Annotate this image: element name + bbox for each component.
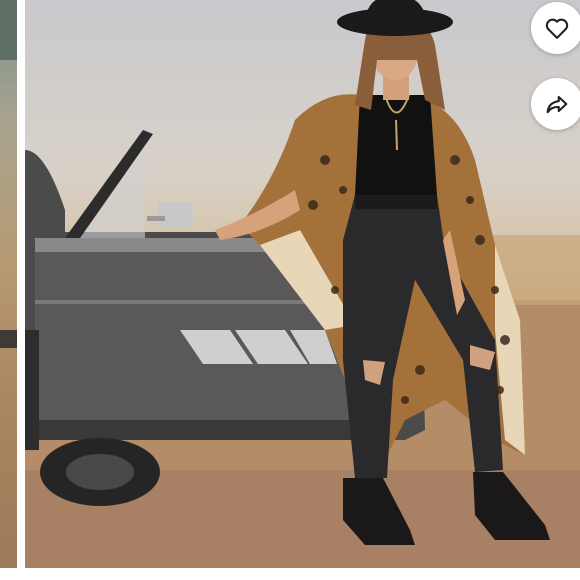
prev-slide-tree bbox=[0, 0, 17, 60]
share-arrow-icon bbox=[543, 90, 571, 118]
product-image[interactable] bbox=[25, 0, 580, 568]
previous-image-slide[interactable] bbox=[0, 0, 17, 568]
like-button[interactable] bbox=[531, 2, 580, 54]
product-photo-illustration bbox=[25, 0, 580, 568]
share-button[interactable] bbox=[531, 78, 580, 130]
heart-outline-icon bbox=[543, 14, 571, 42]
prev-slide-shadow bbox=[0, 330, 17, 348]
